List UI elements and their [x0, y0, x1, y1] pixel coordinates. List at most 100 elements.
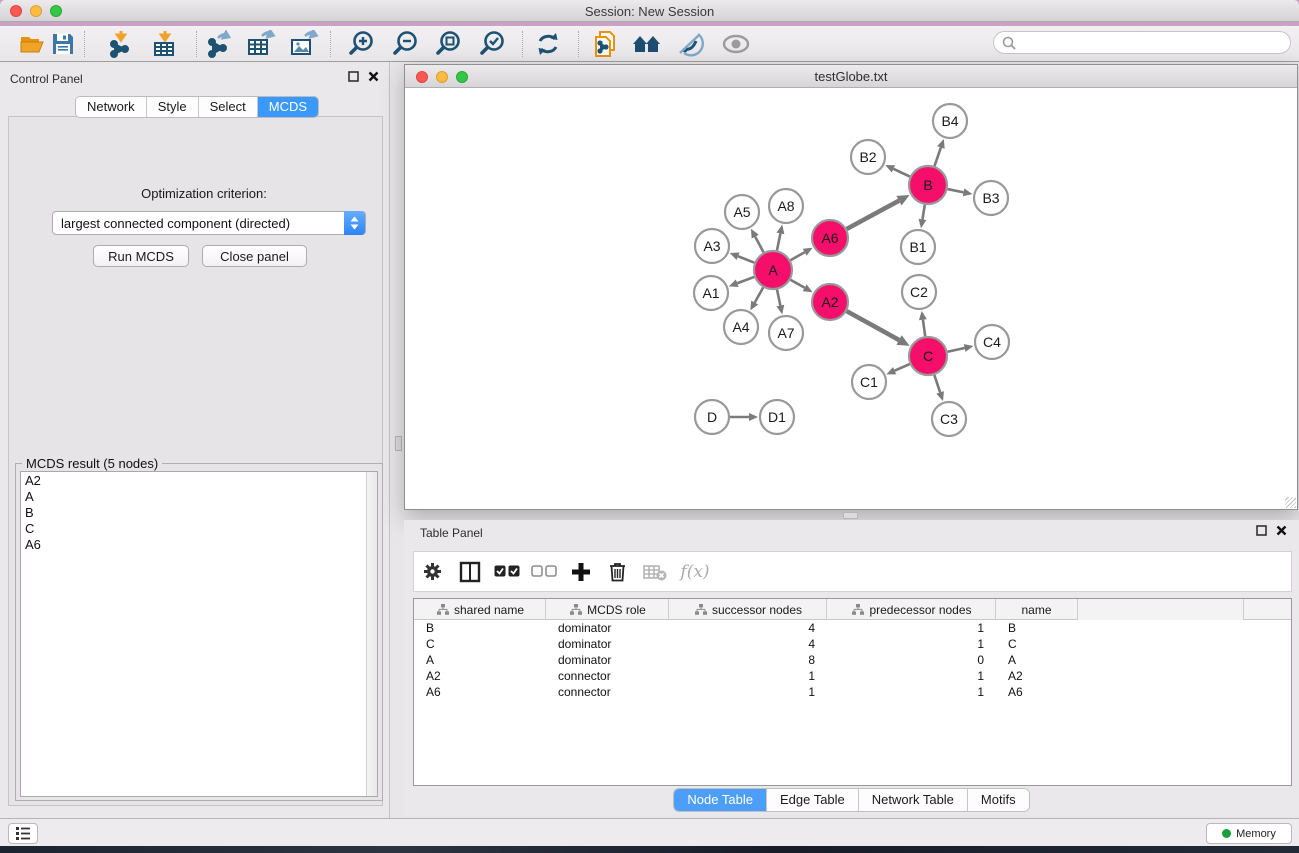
- table-options-button[interactable]: [414, 554, 451, 590]
- network-canvas[interactable]: AA1A3A5A8A4A7A6A2BB1B2B3B4CC1C2C3C4DD1: [405, 88, 1297, 509]
- mcds-result-item[interactable]: C: [21, 520, 377, 536]
- table-cell[interactable]: connector: [546, 684, 669, 700]
- edge-B-B3[interactable]: [948, 189, 964, 192]
- edge-A-A8[interactable]: [777, 233, 780, 250]
- tab-network-table[interactable]: Network Table: [859, 789, 968, 811]
- create-column-button[interactable]: [562, 554, 599, 590]
- table-cell[interactable]: A: [414, 652, 546, 668]
- show-graphics-details-button[interactable]: [719, 30, 753, 58]
- import-network-button[interactable]: [104, 30, 138, 58]
- import-table-button[interactable]: [148, 30, 182, 58]
- float-panel-icon[interactable]: [1256, 525, 1267, 536]
- table-cell[interactable]: 1: [827, 668, 996, 684]
- tab-mcds[interactable]: MCDS: [258, 97, 318, 117]
- edge-C-C1[interactable]: [895, 364, 910, 371]
- close-panel-icon[interactable]: [368, 71, 379, 82]
- run-mcds-button[interactable]: Run MCDS: [93, 245, 189, 267]
- column-header-shared-name[interactable]: shared name: [414, 599, 546, 620]
- table-cell[interactable]: 8: [669, 652, 827, 668]
- mcds-result-item[interactable]: B: [21, 504, 377, 520]
- table-row[interactable]: Bdominator41B: [414, 620, 1291, 636]
- table-row[interactable]: A6connector11A6: [414, 684, 1291, 700]
- refresh-button[interactable]: [531, 30, 565, 58]
- edge-B-B4[interactable]: [935, 147, 941, 166]
- table-cell[interactable]: C: [996, 636, 1078, 652]
- optimization-criterion-select[interactable]: largest connected component (directed): [52, 211, 366, 235]
- column-header-predecessor-nodes[interactable]: predecessor nodes: [827, 599, 996, 620]
- table-cell[interactable]: 4: [669, 620, 827, 636]
- function-builder-button[interactable]: f(x): [673, 554, 717, 590]
- table-cell[interactable]: dominator: [546, 652, 669, 668]
- clone-network-button[interactable]: [588, 30, 622, 58]
- table-cell[interactable]: connector: [546, 668, 669, 684]
- table-cell[interactable]: 1: [669, 668, 827, 684]
- tab-select[interactable]: Select: [199, 97, 258, 117]
- table-cell[interactable]: 1: [827, 684, 996, 700]
- edge-A-A4[interactable]: [755, 287, 764, 302]
- column-header-name[interactable]: name: [996, 599, 1078, 620]
- export-table-button[interactable]: [244, 30, 278, 58]
- tab-edge-table[interactable]: Edge Table: [767, 789, 859, 811]
- zoom-selected-button[interactable]: [475, 30, 509, 58]
- table-row[interactable]: Adominator80A: [414, 652, 1291, 668]
- mcds-result-item[interactable]: A6: [21, 536, 377, 552]
- edge-A-A6[interactable]: [790, 252, 804, 260]
- zoom-in-button[interactable]: [344, 30, 378, 58]
- titlebar[interactable]: Session: New Session: [0, 0, 1299, 22]
- export-network-button[interactable]: [202, 30, 236, 58]
- table-cell[interactable]: 0: [827, 652, 996, 668]
- export-image-button[interactable]: [287, 30, 321, 58]
- table-cell[interactable]: dominator: [546, 620, 669, 636]
- hide-graphics-details-button[interactable]: [673, 30, 707, 58]
- zoom-fit-button[interactable]: [431, 30, 465, 58]
- delete-table-button[interactable]: [636, 554, 673, 590]
- save-session-button[interactable]: [46, 30, 80, 58]
- edge-A-A5[interactable]: [755, 237, 763, 253]
- table-cell[interactable]: A6: [414, 684, 546, 700]
- window-resize-grip[interactable]: [1285, 497, 1296, 508]
- table-cell[interactable]: 1: [827, 636, 996, 652]
- edge-B-B2[interactable]: [893, 169, 910, 177]
- column-header-mcds-role[interactable]: MCDS role: [546, 599, 669, 620]
- close-panel-icon[interactable]: [1276, 525, 1287, 536]
- edge-B-B1[interactable]: [922, 205, 924, 220]
- vertical-splitter-grip[interactable]: [395, 436, 402, 451]
- mcds-result-list[interactable]: A2ABCA6: [20, 471, 378, 797]
- table-cell[interactable]: 4: [669, 636, 827, 652]
- edge-A-A1[interactable]: [737, 277, 754, 283]
- tab-style[interactable]: Style: [147, 97, 199, 117]
- select-all-button[interactable]: [488, 554, 525, 590]
- open-session-button[interactable]: [16, 30, 50, 58]
- task-history-button[interactable]: [8, 823, 38, 844]
- edge-A-A7[interactable]: [777, 290, 780, 306]
- float-panel-icon[interactable]: [348, 71, 359, 82]
- tab-node-table[interactable]: Node Table: [674, 789, 767, 811]
- edge-A6-B[interactable]: [847, 201, 899, 229]
- table-cell[interactable]: B: [996, 620, 1078, 636]
- table-row[interactable]: A2connector11A2: [414, 668, 1291, 684]
- table-cell[interactable]: A2: [996, 668, 1078, 684]
- mcds-list-scrollbar[interactable]: [366, 472, 377, 796]
- edge-A-A2[interactable]: [790, 280, 804, 288]
- zoom-out-button[interactable]: [388, 30, 422, 58]
- horizontal-splitter-grip[interactable]: [843, 512, 858, 519]
- edge-A-A3[interactable]: [738, 256, 754, 262]
- edge-C-C3[interactable]: [934, 375, 940, 392]
- table-cell[interactable]: A: [996, 652, 1078, 668]
- mcds-result-item[interactable]: A2: [21, 472, 377, 488]
- network-window-titlebar[interactable]: testGlobe.txt: [405, 65, 1297, 88]
- tab-motifs[interactable]: Motifs: [968, 789, 1029, 811]
- table-cell[interactable]: 1: [669, 684, 827, 700]
- table-cell[interactable]: A2: [414, 668, 546, 684]
- tab-network[interactable]: Network: [76, 97, 147, 117]
- column-browse-button[interactable]: [451, 554, 488, 590]
- table-cell[interactable]: B: [414, 620, 546, 636]
- column-header-successor-nodes[interactable]: successor nodes: [669, 599, 827, 620]
- table-cell[interactable]: A6: [996, 684, 1078, 700]
- home-button[interactable]: [630, 30, 664, 58]
- edge-A2-C[interactable]: [847, 311, 899, 340]
- table-row[interactable]: Cdominator41C: [414, 636, 1291, 652]
- search-input[interactable]: [1017, 34, 1290, 52]
- unselect-all-button[interactable]: [525, 554, 562, 590]
- memory-button[interactable]: Memory: [1206, 823, 1292, 844]
